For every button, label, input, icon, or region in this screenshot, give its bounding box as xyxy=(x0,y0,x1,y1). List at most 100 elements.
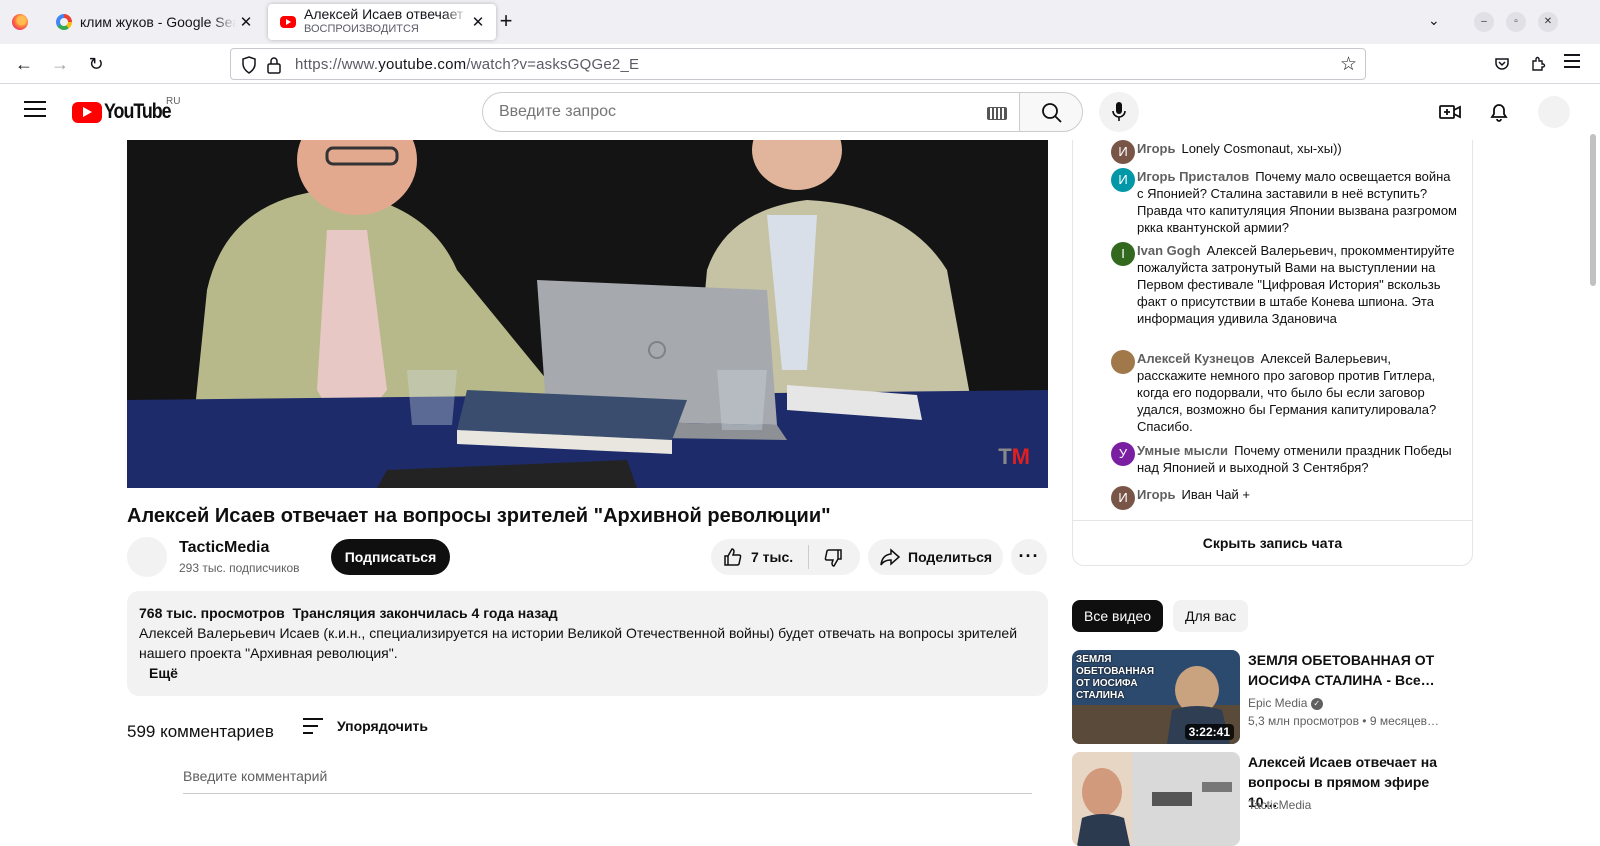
video-thumbnail[interactable]: ЗЕМЛЯ ОБЕТОВАННАЯ ОТ ИОСИФА СТАЛИНА 3:22… xyxy=(1072,650,1240,744)
chat-author[interactable]: Алексей Кузнецов xyxy=(1137,351,1255,366)
recommended-channel[interactable]: TacticMedia xyxy=(1248,798,1311,812)
video-title: Алексей Исаев отвечает на вопросы зрител… xyxy=(127,505,831,527)
more-actions-icon[interactable]: ··· xyxy=(1011,539,1047,575)
reload-button[interactable]: ↻ xyxy=(84,52,108,76)
chat-avatar: I xyxy=(1111,242,1135,266)
sort-label: Упорядочить xyxy=(337,718,429,734)
guide-menu-icon[interactable] xyxy=(24,101,46,121)
tab-title: клим жуков - Google Search xyxy=(80,14,236,30)
firefox-icon[interactable] xyxy=(12,14,28,30)
url-domain: youtube.com xyxy=(378,56,467,73)
search-placeholder: Введите запрос xyxy=(499,103,616,120)
chat-avatar: У xyxy=(1111,442,1135,466)
chat-avatar: И xyxy=(1111,140,1135,164)
url-path: /watch?v=asksGQGe2_E xyxy=(466,56,640,73)
recommended-title[interactable]: ЗЕМЛЯ ОБЕТОВАННАЯ ОТ ИОСИФА СТАЛИНА - Вс… xyxy=(1248,650,1458,690)
tab-playing-status: ВОСПРОИЗВОДИТСЯ xyxy=(304,23,419,35)
chat-message: И Игорь Lonely Cosmonaut, хы-хы)) xyxy=(1111,140,1457,164)
chat-text: Иван Чай + xyxy=(1181,487,1250,502)
like-icon[interactable] xyxy=(723,547,743,567)
video-player[interactable]: TM xyxy=(127,140,1048,488)
video-thumbnail[interactable] xyxy=(1072,752,1240,846)
sort-icon xyxy=(303,718,323,734)
keyboard-icon[interactable] xyxy=(987,107,1007,120)
lock-icon[interactable] xyxy=(267,56,281,74)
chat-message: И Игорь Иван Чай + xyxy=(1111,486,1457,510)
close-window-button[interactable]: ✕ xyxy=(1538,12,1558,32)
search-icon xyxy=(1042,103,1062,123)
chat-author[interactable]: Умные мысли xyxy=(1137,443,1228,458)
chat-message: I Ivan Gogh Алексей Валерьевич, прокоммен… xyxy=(1111,242,1457,327)
forward-button[interactable]: → xyxy=(48,52,72,76)
search-button[interactable] xyxy=(1019,92,1083,132)
youtube-logo-text: YouTube xyxy=(104,100,172,123)
channel-avatar[interactable] xyxy=(127,537,167,577)
video-frame xyxy=(127,140,1048,488)
account-avatar[interactable] xyxy=(1538,96,1570,128)
tab-title: Алексей Исаев отвечает на вопросы xyxy=(304,7,468,22)
url-text[interactable]: https://www.youtube.com/watch?v=asksGQGe… xyxy=(295,56,639,73)
chat-author[interactable]: Игорь xyxy=(1137,141,1175,156)
chat-avatar: И xyxy=(1111,486,1135,510)
stream-date: Трансляция закончилась 4 года назад xyxy=(292,605,558,621)
browser-tab-bar: клим жуков - Google Search ✕ Алексей Иса… xyxy=(0,0,1600,44)
pocket-icon[interactable] xyxy=(1494,56,1510,72)
watermark-t: T xyxy=(998,444,1012,469)
view-count: 768 тыс. просмотров xyxy=(139,605,285,621)
recommended-channel[interactable]: Epic Media ✓ xyxy=(1248,696,1323,710)
hide-chat-button[interactable]: Скрыть запись чата xyxy=(1072,520,1473,566)
tab-title-block: Алексей Исаев отвечает на вопросы ВОСПРО… xyxy=(304,7,468,37)
back-button[interactable]: ← xyxy=(12,52,36,76)
youtube-icon xyxy=(280,16,296,28)
tab-google-search[interactable]: клим жуков - Google Search ✕ xyxy=(44,4,264,40)
show-more-button[interactable]: Ещё xyxy=(149,663,1036,683)
tab-youtube-video[interactable]: Алексей Исаев отвечает на вопросы ВОСПРО… xyxy=(268,4,496,40)
search-input[interactable]: Введите запрос xyxy=(482,92,1020,132)
description-box[interactable]: 768 тыс. просмотров Трансляция закончила… xyxy=(127,591,1048,696)
like-count[interactable]: 7 тыс. xyxy=(751,549,793,565)
recommended-video[interactable]: ЗЕМЛЯ ОБЕТОВАННАЯ ОТ ИОСИФА СТАЛИНА 3:22… xyxy=(1072,650,1472,744)
menu-icon[interactable] xyxy=(1564,54,1580,68)
create-video-icon[interactable] xyxy=(1438,100,1462,124)
chat-avatar: И xyxy=(1111,168,1135,192)
recommended-video[interactable]: Алексей Исаев отвечает на вопросы в прям… xyxy=(1072,752,1472,846)
chat-message: И Игорь Присталов Почему мало освещается … xyxy=(1111,168,1457,236)
notifications-bell-icon[interactable] xyxy=(1487,100,1511,124)
comment-input[interactable]: Введите комментарий xyxy=(183,768,1032,794)
voice-search-button[interactable] xyxy=(1099,92,1139,132)
list-all-tabs-icon[interactable]: ⌄ xyxy=(1428,12,1440,29)
bookmark-star-icon[interactable]: ☆ xyxy=(1340,53,1357,76)
close-icon[interactable]: ✕ xyxy=(468,13,488,31)
channel-watermark: TM xyxy=(998,444,1030,470)
chat-author[interactable]: Ivan Gogh xyxy=(1137,243,1201,258)
new-tab-button[interactable]: + xyxy=(494,10,518,34)
close-icon[interactable]: ✕ xyxy=(236,13,256,31)
sort-comments-button[interactable]: Упорядочить xyxy=(303,718,428,734)
extensions-icon[interactable] xyxy=(1530,56,1546,72)
subscribe-button[interactable]: Подписаться xyxy=(331,539,450,575)
chip-all-videos[interactable]: Все видео xyxy=(1072,600,1164,632)
shield-icon[interactable] xyxy=(241,56,257,74)
like-divider xyxy=(808,545,809,569)
chat-author[interactable]: Игорь Присталов xyxy=(1137,169,1249,184)
description-text: Алексей Валерьевич Исаев (к.и.н., специа… xyxy=(139,625,1018,661)
share-button[interactable]: Поделиться xyxy=(868,539,1003,575)
dislike-icon[interactable] xyxy=(823,548,843,568)
minimize-button[interactable]: – xyxy=(1474,12,1494,32)
description-meta: 768 тыс. просмотров Трансляция закончила… xyxy=(139,603,1036,623)
microphone-icon xyxy=(1112,102,1126,121)
chat-message: У Умные мысли Почему отменили праздник По… xyxy=(1111,442,1457,476)
recommended-meta: 5,3 млн просмотров • 9 месяцев… xyxy=(1248,714,1440,728)
verified-badge-icon: ✓ xyxy=(1310,697,1323,710)
page-scrollbar[interactable] xyxy=(1590,134,1596,286)
recommended-channel-name: Epic Media xyxy=(1248,696,1308,710)
restore-button[interactable]: ▫ xyxy=(1506,12,1526,32)
chat-author[interactable]: Игорь xyxy=(1137,487,1175,502)
chip-for-you[interactable]: Для вас xyxy=(1173,600,1249,632)
thumbnail-image xyxy=(1072,752,1240,846)
subscriber-count: 293 тыс. подписчиков xyxy=(179,561,300,575)
channel-name[interactable]: TacticMedia xyxy=(179,539,269,557)
share-icon xyxy=(880,548,900,566)
url-bar[interactable]: https://www.youtube.com/watch?v=asksGQGe… xyxy=(230,48,1366,80)
owl-avatar-icon xyxy=(1111,350,1135,374)
